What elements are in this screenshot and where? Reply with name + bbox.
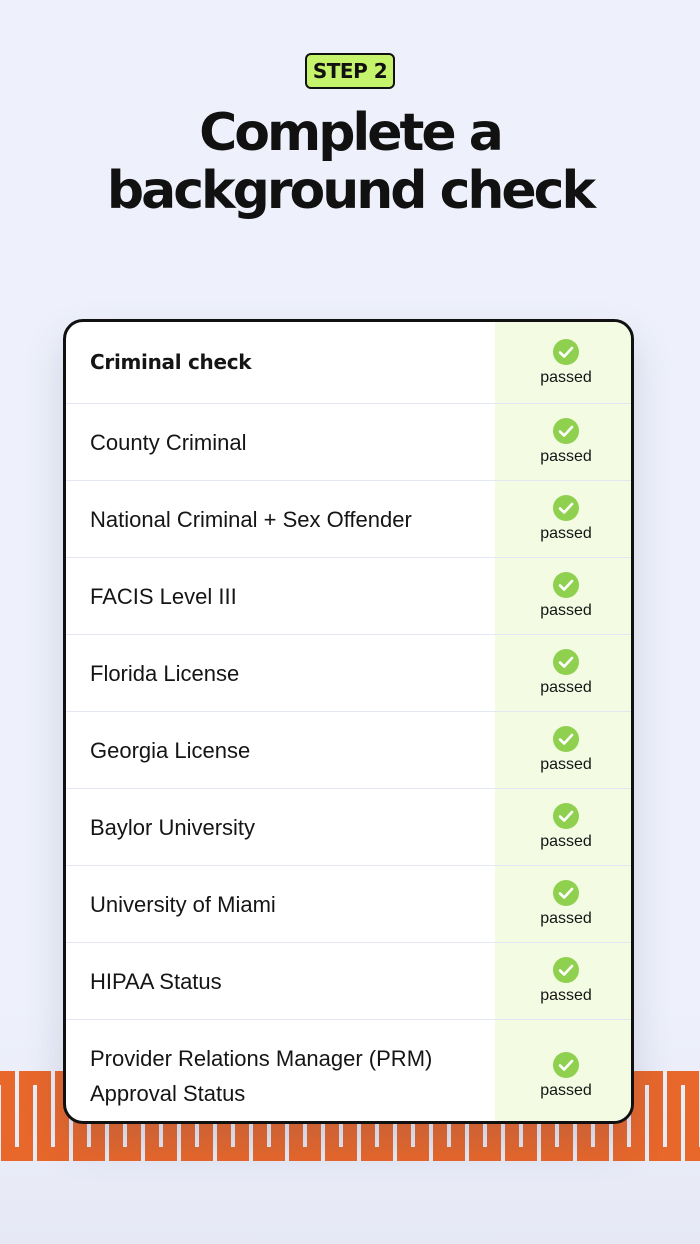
check-circle-icon — [553, 338, 579, 365]
status-text: passed — [540, 987, 592, 1004]
check-status: passed — [495, 712, 631, 788]
status-text: passed — [540, 910, 592, 927]
check-label: National Criminal + Sex Offender — [90, 506, 412, 532]
check-label: FACIS Level III — [90, 583, 237, 609]
status-text: passed — [540, 448, 592, 465]
check-circle-icon — [553, 726, 579, 752]
check-row: Provider Relations Manager (PRM) Approva… — [66, 1020, 631, 1121]
check-status: passed — [495, 635, 631, 711]
status-text: passed — [540, 525, 592, 542]
check-status: passed — [495, 789, 631, 865]
status-text: passed — [540, 679, 592, 696]
check-status: passed — [495, 404, 631, 480]
check-status: passed — [495, 1020, 631, 1121]
check-label: Baylor University — [90, 814, 256, 840]
background-check-card: Criminal check passed County Criminal pa… — [63, 319, 634, 1124]
check-circle-icon — [553, 572, 579, 598]
check-status: passed — [495, 481, 631, 557]
check-label: Florida License — [90, 660, 240, 686]
check-status: passed — [495, 558, 631, 634]
check-circle-icon — [553, 803, 579, 829]
check-row: FACIS Level III passed — [66, 558, 631, 635]
page-title-line-2: background check — [106, 161, 596, 221]
check-circle-icon — [553, 1052, 579, 1078]
check-circle-icon — [553, 957, 579, 983]
check-row: HIPAA Status passed — [66, 943, 631, 1020]
check-label: HIPAA Status — [90, 968, 222, 994]
check-status: passed — [495, 943, 631, 1019]
check-circle-icon — [553, 418, 579, 444]
page-title-line-1: Complete a — [199, 103, 504, 163]
check-row-criminal-header: Criminal check passed — [66, 322, 631, 404]
check-status: passed — [495, 322, 631, 403]
check-row: County Criminal passed — [66, 404, 631, 481]
check-label: Georgia License — [90, 737, 251, 763]
check-row: Florida License passed — [66, 635, 631, 712]
check-row: National Criminal + Sex Offender passed — [66, 481, 631, 558]
check-list: Criminal check passed County Criminal pa… — [66, 322, 631, 1121]
status-text: passed — [540, 833, 592, 850]
page-title: Complete a background check — [0, 104, 700, 220]
check-label: County Criminal — [90, 429, 247, 455]
status-text: passed — [540, 1082, 592, 1099]
check-row: University of Miami passed — [66, 866, 631, 943]
check-row: Baylor University passed — [66, 789, 631, 866]
check-circle-icon — [553, 880, 579, 906]
check-label: University of Miami — [90, 891, 276, 917]
check-status: passed — [495, 866, 631, 942]
status-text: passed — [540, 602, 592, 619]
status-text: passed — [540, 368, 592, 386]
step-badge: STEP 2 — [305, 53, 395, 89]
check-circle-icon — [553, 649, 579, 675]
check-label: Provider Relations Manager (PRM) Approva… — [90, 1046, 433, 1106]
check-row: Georgia License passed — [66, 712, 631, 789]
check-label: Criminal check — [90, 350, 252, 374]
status-text: passed — [540, 756, 592, 773]
check-circle-icon — [553, 495, 579, 521]
